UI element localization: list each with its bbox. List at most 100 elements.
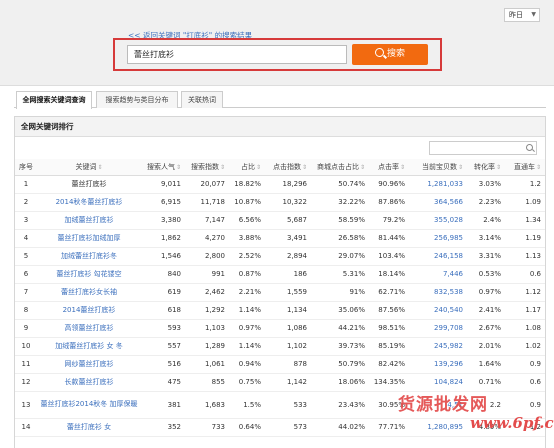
items-count-link[interactable]: 355,028 — [409, 211, 467, 230]
col-header-ztc-label: 直通车 — [513, 162, 535, 171]
col-header-ztc[interactable]: 直通车⇕ — [505, 159, 545, 176]
keyword-link[interactable]: 加绒蕾丝打底衫 女 冬 — [37, 337, 141, 356]
rank-cell: 4 — [15, 229, 37, 248]
date-select[interactable]: 昨日 ▼ — [504, 8, 540, 22]
col-header-items[interactable]: 当前宝贝数⇕ — [409, 159, 467, 176]
items-count-link[interactable]: 256,985 — [409, 229, 467, 248]
rank-cell: 5 — [15, 247, 37, 266]
items-count-link[interactable]: 104,824 — [409, 373, 467, 392]
col-header-ctr[interactable]: 点击率⇕ — [369, 159, 409, 176]
table-row[interactable]: 5 加绒蕾丝打底衫冬 1,546 2,800 2.52% 2,894 29.07% 103.4… — [15, 247, 545, 266]
keyword-link[interactable]: 网纱蕾丝打底衫 — [37, 355, 141, 374]
search-bar: 蕾丝打底衫 搜索 — [113, 38, 442, 71]
metric-cell: 81.44% — [369, 229, 409, 248]
metric-cell: 1.19 — [505, 229, 545, 248]
metric-cell: 35.06% — [311, 301, 369, 320]
col-header-conversion[interactable]: 转化率⇕ — [467, 159, 505, 176]
table-row[interactable]: 14 蕾丝打底衫 女 352 733 0.64% 573 44.02% 77.71% 1,280… — [15, 418, 545, 437]
metric-cell: 1.5% — [229, 391, 265, 419]
metric-cell: 991 — [185, 265, 229, 284]
metric-cell: 90.96% — [369, 175, 409, 194]
items-count-link[interactable]: 299,708 — [409, 319, 467, 338]
metric-cell: 573 — [265, 418, 311, 437]
search-icon — [526, 144, 533, 151]
items-count-link[interactable]: 139,296 — [409, 355, 467, 374]
metric-cell: 0.53% — [467, 265, 505, 284]
table-row[interactable]: 2 2014秋冬蕾丝打底衫 6,915 11,718 10.87% 10,322 32.22… — [15, 193, 545, 212]
tab-related-words[interactable]: 关联热词 — [181, 91, 223, 108]
metric-cell: 619 — [141, 283, 185, 302]
items-count-link[interactable]: 1,280,895 — [409, 418, 467, 437]
metric-cell: 2.67% — [467, 319, 505, 338]
rank-cell: 11 — [15, 355, 37, 374]
metric-cell: 1.64% — [467, 355, 505, 374]
metric-cell: 26.58% — [311, 229, 369, 248]
items-count-link[interactable]: 240,540 — [409, 301, 467, 320]
table-row[interactable]: 9 高领蕾丝打底衫 593 1,103 0.97% 1,086 44.21% 98.51% 29… — [15, 319, 545, 338]
metric-cell: 516 — [141, 355, 185, 374]
keyword-link[interactable]: 长款蕾丝打底衫 — [37, 373, 141, 392]
metric-cell: 87.86% — [369, 193, 409, 212]
items-count-link[interactable]: 7,446 — [409, 265, 467, 284]
items-count-link[interactable]: 1,281,033 — [409, 175, 467, 194]
metric-cell: 1.02 — [505, 337, 545, 356]
col-header-mall-click[interactable]: 商城点击占比⇕ — [311, 159, 369, 176]
panel-title: 全网关键词排行 — [15, 117, 545, 137]
metric-cell: 1.14% — [229, 337, 265, 356]
col-header-share[interactable]: 占比⇕ — [229, 159, 265, 176]
metric-cell: 0.97% — [467, 283, 505, 302]
metric-cell: 1,086 — [265, 319, 311, 338]
metric-cell: 0.97% — [229, 319, 265, 338]
table-row[interactable]: 1 蕾丝打底衫 9,011 20,077 18.82% 18,296 50.74% 90.96… — [15, 175, 545, 194]
sort-icon: ⇕ — [457, 163, 463, 171]
metric-cell: 1.09 — [505, 193, 545, 212]
sort-icon: ⇕ — [219, 163, 225, 171]
metric-cell: 1.17 — [505, 301, 545, 320]
metric-cell: 1.12 — [505, 283, 545, 302]
col-header-search-index[interactable]: 搜索指数⇕ — [185, 159, 229, 176]
rank-cell: 3 — [15, 211, 37, 230]
table-row[interactable]: 6 蕾丝打底衫 勾花镂空 840 991 0.87% 186 5.31% 18.14% 7,44… — [15, 265, 545, 284]
metric-cell: 475 — [141, 373, 185, 392]
keyword-link[interactable]: 蕾丝打底衫2014秋冬 加厚保暖 — [37, 391, 141, 419]
table-row[interactable]: 12 长款蕾丝打底衫 475 855 0.75% 1,142 18.06% 134.35% 10… — [15, 373, 545, 392]
table-row[interactable]: 10 加绒蕾丝打底衫 女 冬 557 1,289 1.14% 1,102 39.73% 85.… — [15, 337, 545, 356]
tab-keyword-query[interactable]: 全网搜索关键词查询 — [16, 91, 92, 109]
items-count-link[interactable]: 832,538 — [409, 283, 467, 302]
table-row[interactable]: 8 2014蕾丝打底衫 618 1,292 1.14% 1,134 35.06% 87.56%… — [15, 301, 545, 320]
metric-cell: 0.6 — [505, 265, 545, 284]
tab-trend-category[interactable]: 搜索趋势与类目分布 — [96, 91, 178, 108]
metric-cell: 1,862 — [141, 229, 185, 248]
keyword-link[interactable]: 加绒蕾丝打底衫冬 — [37, 247, 141, 266]
metric-cell: 9,011 — [141, 175, 185, 194]
rank-cell: 12 — [15, 373, 37, 392]
keyword-link[interactable]: 2014蕾丝打底衫 — [37, 301, 141, 320]
metric-cell: 1,061 — [185, 355, 229, 374]
keyword-link[interactable]: 蕾丝打底衫 — [37, 175, 141, 194]
items-count-link[interactable]: 245,982 — [409, 337, 467, 356]
table-row[interactable]: 4 蕾丝打底衫加绒加厚 1,862 4,270 3.88% 3,491 26.58% 81.4… — [15, 229, 545, 248]
metric-cell: 381 — [141, 391, 185, 419]
metric-cell: 1,292 — [185, 301, 229, 320]
keyword-link[interactable]: 蕾丝打底衫女长袖 — [37, 283, 141, 302]
keyword-link[interactable]: 蕾丝打底衫 勾花镂空 — [37, 265, 141, 284]
items-count-link[interactable]: 364,566 — [409, 193, 467, 212]
col-header-popularity[interactable]: 搜索人气⇕ — [141, 159, 185, 176]
metric-cell: 0.75% — [229, 373, 265, 392]
keyword-link[interactable]: 2014秋冬蕾丝打底衫 — [37, 193, 141, 212]
search-input[interactable]: 蕾丝打底衫 — [127, 45, 347, 64]
keyword-link[interactable]: 蕾丝打底衫 女 — [37, 418, 141, 437]
search-button[interactable]: 搜索 — [352, 44, 428, 65]
table-row[interactable]: 11 网纱蕾丝打底衫 516 1,061 0.94% 878 50.79% 82.42% 139… — [15, 355, 545, 374]
metric-cell: 18.06% — [311, 373, 369, 392]
items-count-link[interactable]: 246,158 — [409, 247, 467, 266]
metric-cell: 1,559 — [265, 283, 311, 302]
filter-input[interactable] — [429, 141, 537, 155]
keyword-link[interactable]: 蕾丝打底衫加绒加厚 — [37, 229, 141, 248]
keyword-link[interactable]: 加绒蕾丝打底衫 — [37, 211, 141, 230]
col-header-click-index[interactable]: 点击指数⇕ — [265, 159, 311, 176]
keyword-link[interactable]: 高领蕾丝打底衫 — [37, 319, 141, 338]
table-row[interactable]: 7 蕾丝打底衫女长袖 619 2,462 2.21% 1,559 91% 62.71% 832,… — [15, 283, 545, 302]
table-row[interactable]: 3 加绒蕾丝打底衫 3,380 7,147 6.56% 5,687 58.59% 79.2% 3… — [15, 211, 545, 230]
col-header-keyword[interactable]: 关键词⇕ — [37, 159, 141, 176]
